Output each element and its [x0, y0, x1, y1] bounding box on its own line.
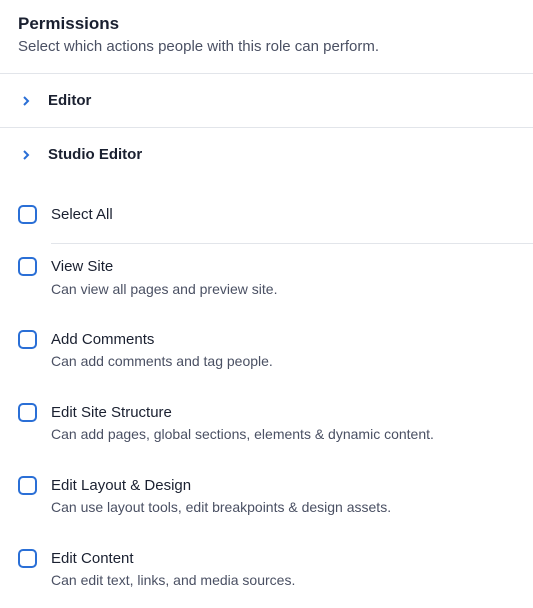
accordion-label: Editor — [48, 92, 91, 109]
page-title: Permissions — [18, 14, 515, 34]
permission-checkbox[interactable] — [18, 476, 37, 495]
permissions-header: Permissions Select which actions people … — [0, 0, 533, 73]
chevron-right-icon — [20, 95, 32, 107]
select-all-label: Select All — [51, 205, 515, 225]
permission-row-edit-layout-design: Edit Layout & Design Can use layout tool… — [0, 463, 533, 536]
permission-description: Can view all pages and preview site. — [51, 280, 515, 300]
permissions-checklist: Select All View Site Can view all pages … — [0, 181, 533, 608]
permission-label: Edit Layout & Design — [51, 476, 515, 496]
permission-row-add-comments: Add Comments Can add comments and tag pe… — [0, 317, 533, 390]
accordion-row-studio-editor[interactable]: Studio Editor — [0, 127, 533, 181]
permission-row-edit-site-structure: Edit Site Structure Can add pages, globa… — [0, 390, 533, 463]
select-all-checkbox[interactable] — [18, 205, 37, 224]
accordion-row-editor[interactable]: Editor — [0, 73, 533, 127]
permission-label: Add Comments — [51, 330, 515, 350]
permission-description: Can add pages, global sections, elements… — [51, 425, 515, 445]
permission-checkbox[interactable] — [18, 403, 37, 422]
permission-label: View Site — [51, 257, 515, 277]
chevron-right-icon — [20, 149, 32, 161]
permission-label: Edit Content — [51, 549, 515, 569]
accordion-label: Studio Editor — [48, 146, 142, 163]
permission-description: Can edit text, links, and media sources. — [51, 571, 515, 591]
permission-row-edit-content: Edit Content Can edit text, links, and m… — [0, 536, 533, 608]
permission-description: Can add comments and tag people. — [51, 352, 515, 372]
permission-checkbox[interactable] — [18, 257, 37, 276]
select-all-row: Select All — [0, 191, 533, 243]
page-description: Select which actions people with this ro… — [18, 38, 515, 55]
permission-description: Can use layout tools, edit breakpoints &… — [51, 498, 515, 518]
permission-row-view-site: View Site Can view all pages and preview… — [0, 244, 533, 317]
permission-checkbox[interactable] — [18, 549, 37, 568]
permission-label: Edit Site Structure — [51, 403, 515, 423]
permission-checkbox[interactable] — [18, 330, 37, 349]
